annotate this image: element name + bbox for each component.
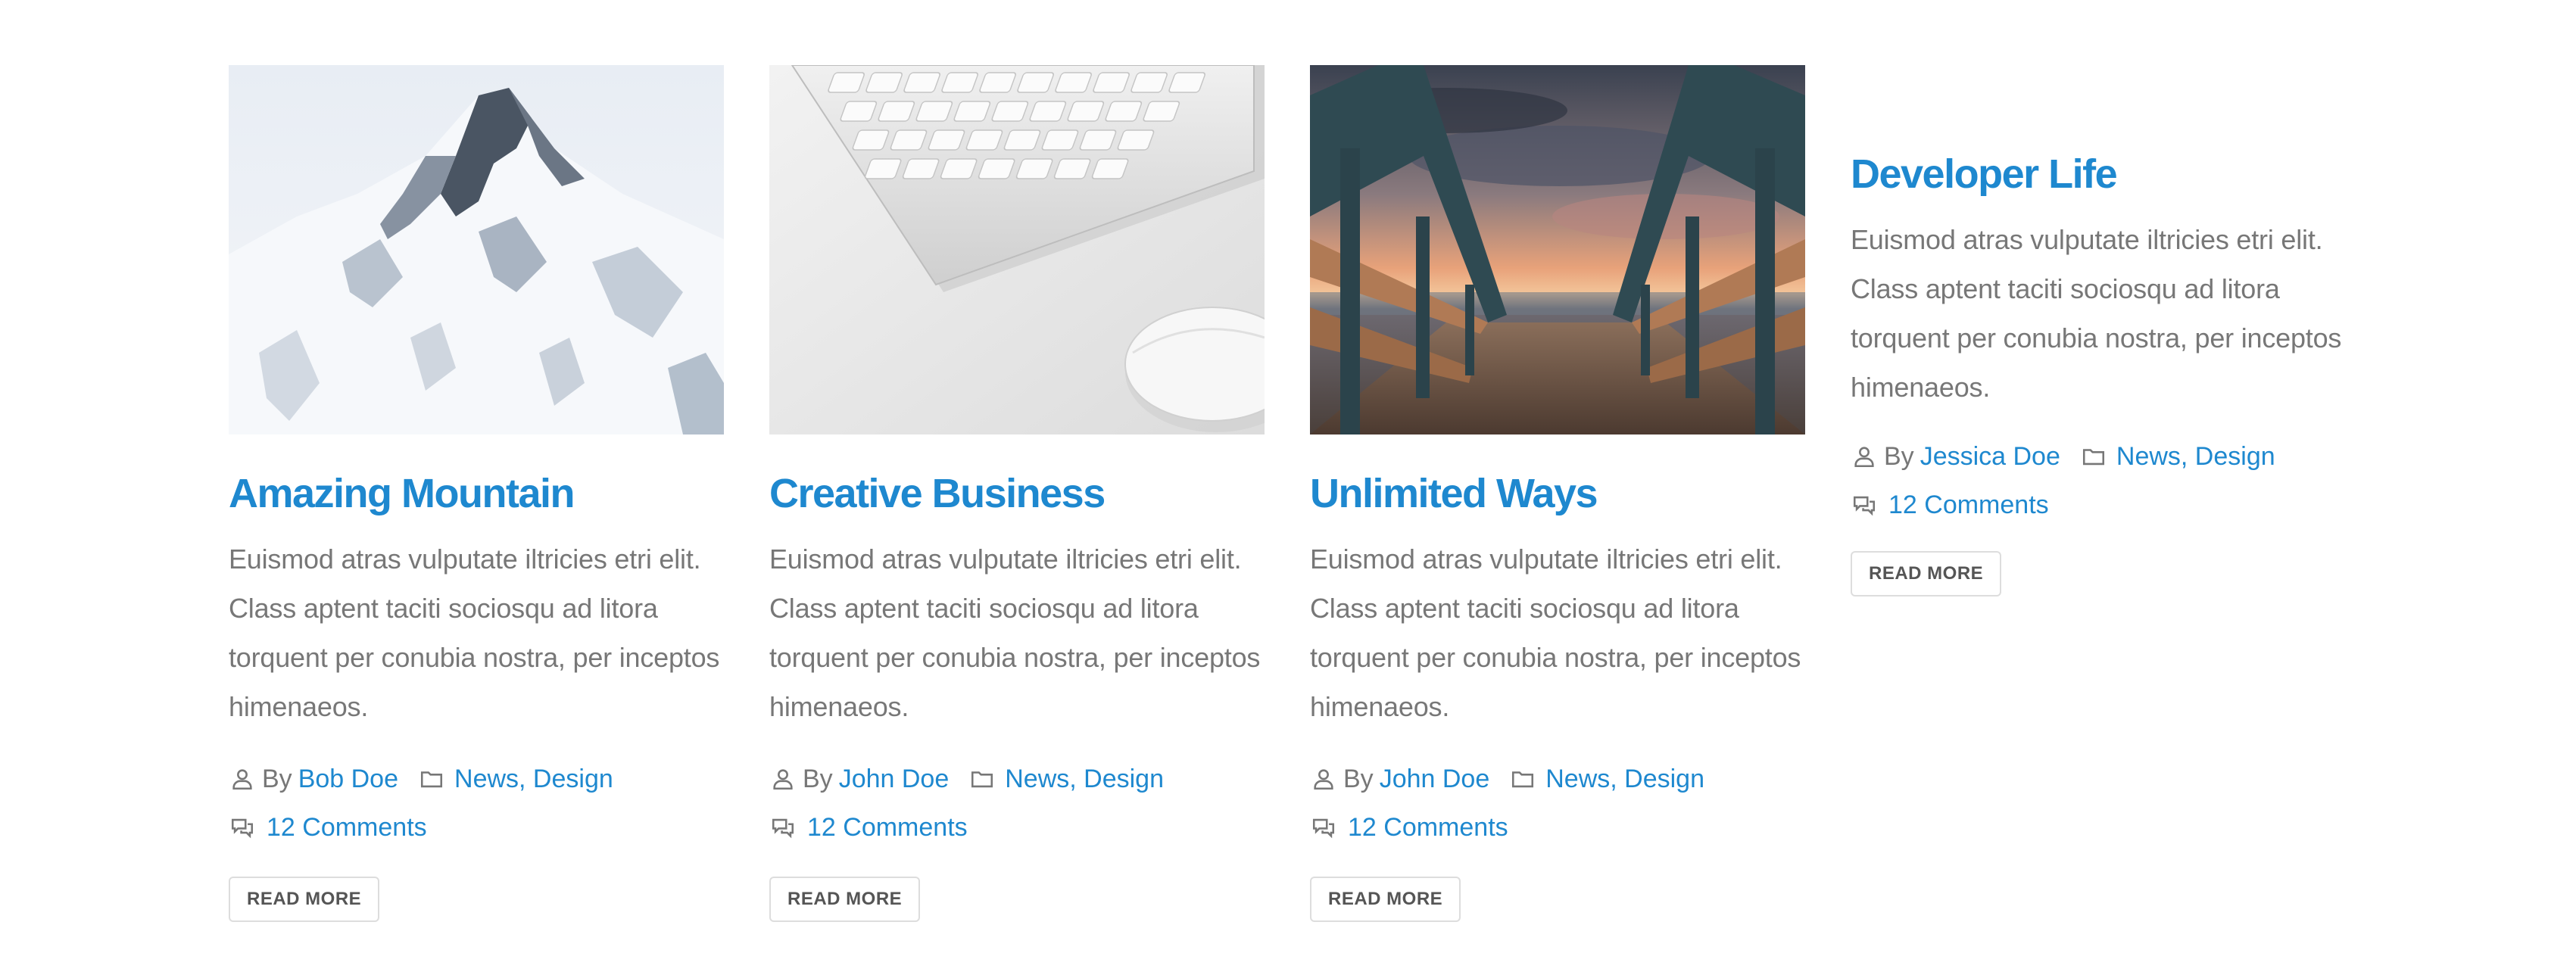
post-excerpt: Euismod atras vulputate iltricies etri e… xyxy=(1851,224,2342,403)
post-meta: By Jessica Doe News, Design 12 Comments xyxy=(1851,441,2350,521)
post-meta: By Bob Doe News, Design 12 Comments xyxy=(229,763,728,843)
post-title[interactable]: Unlimited Ways xyxy=(1310,469,1810,518)
blog-post-card: Unlimited Ways Euismod atras vulputate i… xyxy=(1310,65,1810,922)
boardwalk-sunset-image xyxy=(1310,65,1805,434)
post-title[interactable]: Amazing Mountain xyxy=(229,469,728,518)
by-label: By xyxy=(1343,765,1374,793)
comments-icon xyxy=(769,814,797,841)
author-link[interactable]: John Doe xyxy=(1380,763,1490,795)
comments-icon xyxy=(1851,491,1878,519)
post-meta-comments: 12 Comments xyxy=(229,811,728,843)
snowy-mountain-image xyxy=(229,65,724,434)
post-thumbnail[interactable] xyxy=(769,65,1265,434)
read-more-button[interactable]: READ MORE xyxy=(769,877,921,922)
user-icon xyxy=(1310,765,1337,793)
post-meta: By John Doe News, Design 12 Comments xyxy=(769,763,1269,843)
post-title[interactable]: Developer Life xyxy=(1851,150,2350,198)
blog-post-card: Developer Life Euismod atras vulputate i… xyxy=(1851,65,2350,596)
blog-post-card: Creative Business Euismod atras vulputat… xyxy=(769,65,1269,922)
read-more-button[interactable]: READ MORE xyxy=(1310,877,1461,922)
user-icon xyxy=(769,765,797,793)
categories-link[interactable]: News, Design xyxy=(1005,763,1164,795)
keyboard-mouse-image xyxy=(769,65,1265,434)
post-meta-byline: By Bob Doe News, Design xyxy=(229,763,728,795)
post-meta-byline: By John Doe News, Design xyxy=(1310,763,1810,795)
post-meta: By John Doe News, Design 12 Comments xyxy=(1310,763,1810,843)
comments-link[interactable]: 12 Comments xyxy=(267,811,427,843)
categories-link[interactable]: News, Design xyxy=(1545,763,1704,795)
post-title[interactable]: Creative Business xyxy=(769,469,1269,518)
by-label: By xyxy=(262,765,292,793)
comments-link[interactable]: 12 Comments xyxy=(1888,489,2049,521)
blog-post-card: Amazing Mountain Euismod atras vulputate… xyxy=(229,65,728,922)
comments-icon xyxy=(1310,814,1337,841)
user-icon xyxy=(229,765,256,793)
post-excerpt: Euismod atras vulputate iltricies etri e… xyxy=(1310,544,1801,722)
post-meta-comments: 12 Comments xyxy=(769,811,1269,843)
comments-icon xyxy=(229,814,256,841)
by-label: By xyxy=(803,765,833,793)
post-thumbnail[interactable] xyxy=(1310,65,1805,434)
folder-icon xyxy=(2080,443,2107,470)
post-meta-comments: 12 Comments xyxy=(1851,489,2350,521)
categories-link[interactable]: News, Design xyxy=(454,763,613,795)
folder-icon xyxy=(1509,765,1536,793)
categories-link[interactable]: News, Design xyxy=(2116,441,2275,472)
author-link[interactable]: John Doe xyxy=(839,763,950,795)
comments-link[interactable]: 12 Comments xyxy=(807,811,968,843)
post-meta-byline: By John Doe News, Design xyxy=(769,763,1269,795)
author-link[interactable]: Jessica Doe xyxy=(1920,441,2060,472)
folder-icon xyxy=(418,765,445,793)
read-more-button[interactable]: READ MORE xyxy=(1851,551,2002,596)
post-meta-byline: By Jessica Doe News, Design xyxy=(1851,441,2350,472)
read-more-button[interactable]: READ MORE xyxy=(229,877,380,922)
comments-link[interactable]: 12 Comments xyxy=(1348,811,1508,843)
author-link[interactable]: Bob Doe xyxy=(298,763,398,795)
by-label: By xyxy=(1884,442,1914,471)
post-excerpt: Euismod atras vulputate iltricies etri e… xyxy=(229,544,720,722)
post-meta-comments: 12 Comments xyxy=(1310,811,1810,843)
post-excerpt: Euismod atras vulputate iltricies etri e… xyxy=(769,544,1261,722)
post-thumbnail[interactable] xyxy=(229,65,724,434)
folder-icon xyxy=(968,765,996,793)
user-icon xyxy=(1851,443,1878,470)
